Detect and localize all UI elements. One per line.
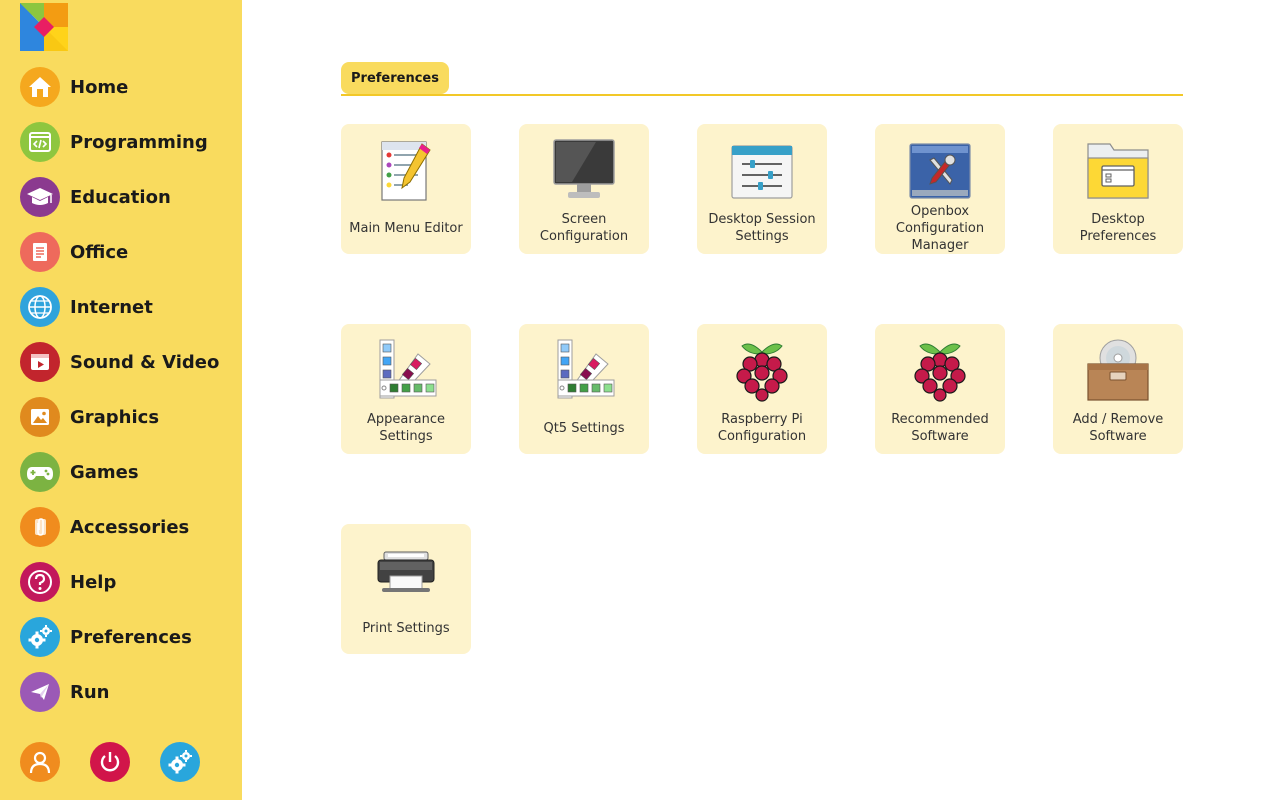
sidebar-item-preferences[interactable]: Preferences [20,617,235,657]
tile-main-menu-editor[interactable]: Main Menu Editor [341,124,471,254]
sidebar-item-label: Preferences [70,626,192,648]
tile-add-remove-software[interactable]: Add / Remove Software [1053,324,1183,454]
sidebar-item-games[interactable]: Games [20,452,235,492]
tile-label: Add / Remove Software [1072,412,1164,444]
sidebar-item-office[interactable]: Office [20,232,235,272]
tile-label: Qt5 Settings [543,420,625,436]
gears-icon [20,617,60,657]
sidebar-item-label: Education [70,186,171,208]
sidebar-item-label: Run [70,681,110,703]
sidebar-item-label: Internet [70,296,153,318]
raspberry-icon [736,343,788,402]
sidebar-item-education[interactable]: Education [20,177,235,217]
tile-label: Screen Configuration [539,212,629,244]
sidebar-item-programming[interactable]: Programming [20,122,235,162]
sidebar-item-label: Help [70,571,117,593]
paper-plane-icon [20,672,60,712]
session-sliders-icon [731,145,793,199]
tile-label: Raspberry Pi Configuration [717,412,807,444]
help-icon [20,562,60,602]
tile-raspberry-pi-configuration[interactable]: Raspberry Pi Configuration [697,324,827,454]
folder-window-icon [1087,143,1149,199]
sidebar-item-label: Office [70,241,129,263]
tile-desktop-session-settings[interactable]: Desktop Session Settings [697,124,827,254]
tile-recommended-software[interactable]: Recommended Software [875,324,1005,454]
sidebar-item-label: Sound & Video [70,351,220,373]
graduation-cap-icon [20,177,60,217]
sidebar-item-graphics[interactable]: Graphics [20,397,235,437]
menu-editor-icon [381,141,431,201]
tile-qt5-settings[interactable]: Qt5 Settings [519,324,649,454]
sidebar-item-help[interactable]: Help [20,562,235,602]
sidebar-item-home[interactable]: Home [20,67,235,107]
sidebar-item-run[interactable]: Run [20,672,235,712]
tile-appearance-settings[interactable]: Appearance Settings [341,324,471,454]
sidebar-item-accessories[interactable]: Accessories [20,507,235,547]
sidebar-item-label: Programming [70,131,208,153]
globe-icon [20,287,60,327]
tile-label: Desktop Session Settings [708,212,816,244]
sidebar-item-label: Graphics [70,406,160,428]
tile-label: Print Settings [362,620,450,636]
sidebar: Home Programming Education Office Intern… [0,0,242,800]
tile-label: Recommended Software [891,412,989,444]
video-icon [20,342,60,382]
tile-openbox-configuration-manager[interactable]: Openbox Configuration Manager [875,124,1005,254]
tile-label: Main Menu Editor [349,220,463,236]
color-palette-icon [379,339,437,399]
raspberry-icon [914,343,966,402]
tile-label: Appearance Settings [366,412,446,444]
settings-button[interactable] [160,742,200,782]
tile-screen-configuration[interactable]: Screen Configuration [519,124,649,254]
image-icon [20,397,60,437]
printer-icon [377,551,435,592]
package-box-icon [1087,339,1149,401]
sidebar-item-label: Accessories [70,516,190,538]
tile-desktop-preferences[interactable]: Desktop Preferences [1053,124,1183,254]
power-icon [100,752,120,772]
power-button[interactable] [90,742,130,782]
code-icon [20,122,60,162]
user-button[interactable] [20,742,60,782]
tab-underline [341,94,1183,96]
paperclip-icon [20,507,60,547]
document-icon [20,232,60,272]
sidebar-item-internet[interactable]: Internet [20,287,235,327]
color-palette-icon [557,339,615,399]
sidebar-item-sound-video[interactable]: Sound & Video [20,342,235,382]
app-logo-icon[interactable] [20,3,68,51]
openbox-tools-icon [909,143,971,199]
tile-print-settings[interactable]: Print Settings [341,524,471,654]
tile-label: Desktop Preferences [1079,212,1157,244]
gamepad-icon [20,452,60,492]
tab-preferences[interactable]: Preferences [341,62,449,94]
sidebar-item-label: Games [70,461,139,483]
home-icon [20,67,60,107]
monitor-icon [553,139,615,198]
sidebar-item-label: Home [70,76,129,98]
user-icon [29,751,51,774]
tile-label: Openbox Configuration Manager [895,203,985,253]
gears-icon [168,750,192,774]
